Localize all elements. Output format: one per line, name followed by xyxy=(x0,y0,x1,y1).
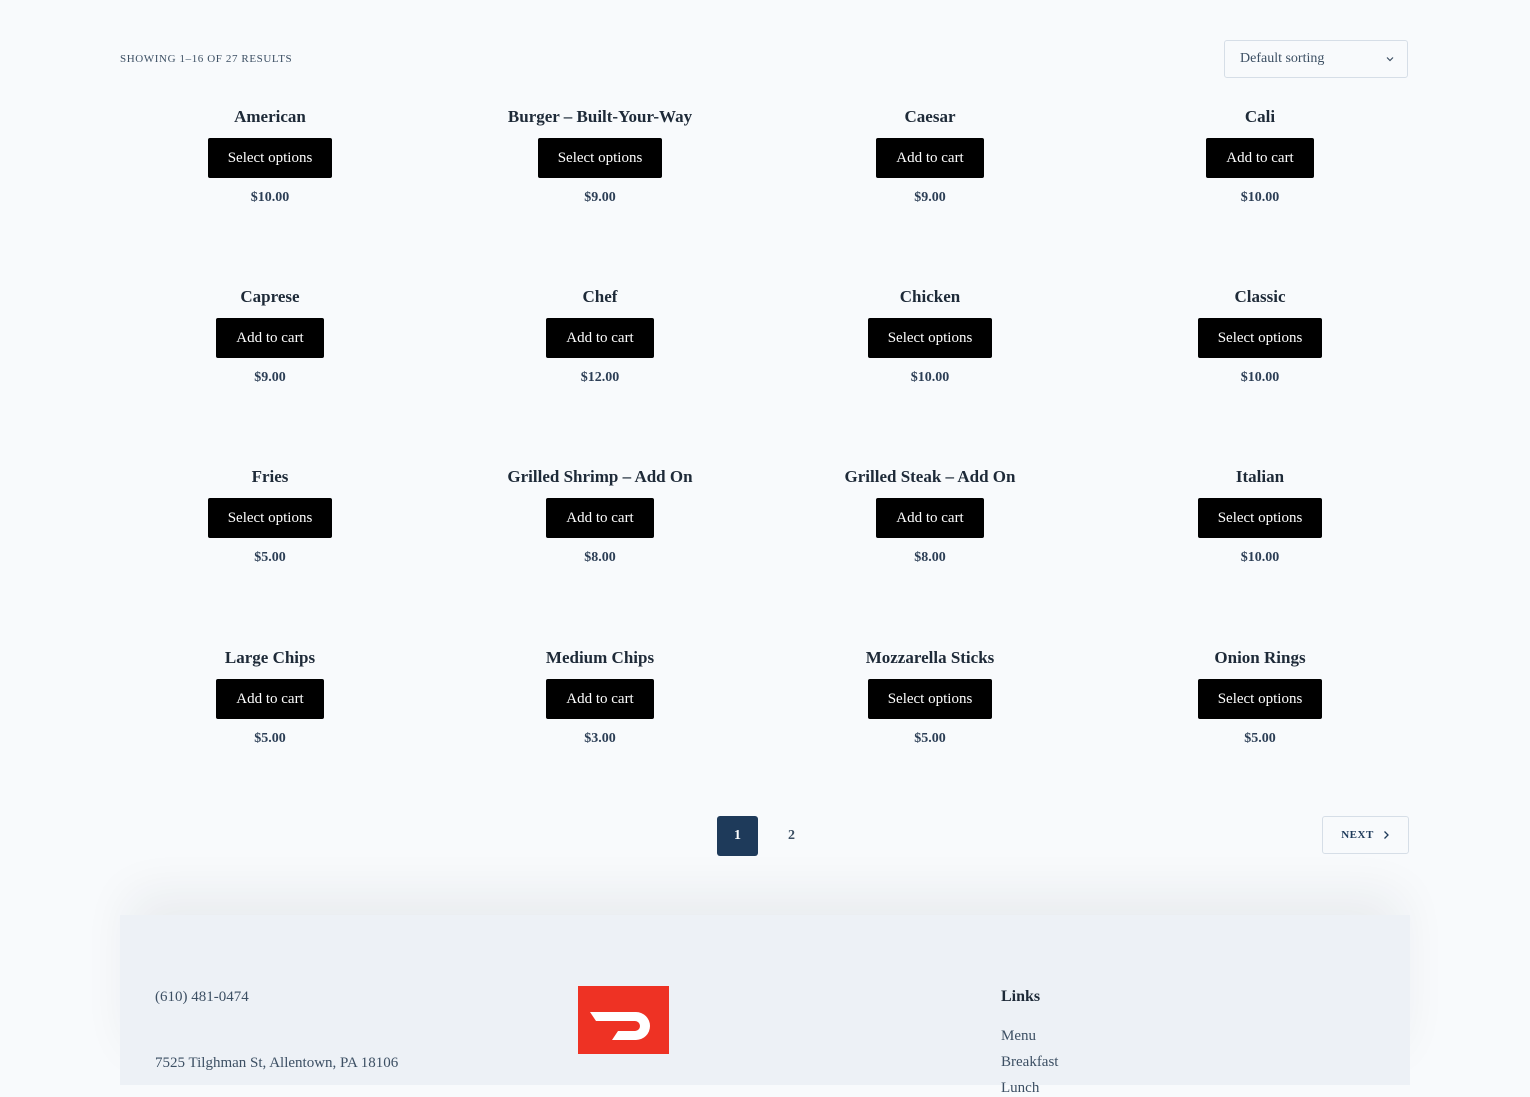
site-footer: (610) 481-0474 7525 Tilghman St, Allento… xyxy=(120,915,1410,1096)
product-name[interactable]: Large Chips xyxy=(105,647,435,669)
add-to-cart-button[interactable]: Add to cart xyxy=(546,679,654,719)
product-name[interactable]: Grilled Steak – Add On xyxy=(765,466,1095,488)
product-price: $10.00 xyxy=(1240,370,1280,385)
product-card: Caesar Add to cart $9.00 xyxy=(765,106,1095,206)
product-price: $9.00 xyxy=(914,190,946,205)
add-to-cart-button[interactable]: Add to cart xyxy=(876,498,984,538)
footer-link-lunch[interactable]: Lunch xyxy=(1001,1080,1039,1097)
product-price: $10.00 xyxy=(250,190,290,205)
product-card: Fries Select options $5.00 xyxy=(105,466,435,566)
product-name[interactable]: Grilled Shrimp – Add On xyxy=(435,466,765,488)
product-name[interactable]: Mozzarella Sticks xyxy=(765,647,1095,669)
add-to-cart-button[interactable]: Add to cart xyxy=(1206,138,1314,178)
doordash-icon xyxy=(590,1012,650,1040)
page-link-1[interactable]: 1 xyxy=(717,816,758,856)
add-to-cart-button[interactable]: Add to cart xyxy=(876,138,984,178)
product-card: Caprese Add to cart $9.00 xyxy=(105,286,435,386)
product-card: American Select options $10.00 xyxy=(105,106,435,206)
select-options-button[interactable]: Select options xyxy=(867,318,993,358)
add-to-cart-button[interactable]: Add to cart xyxy=(216,679,324,719)
product-name[interactable]: Burger – Built-Your-Way xyxy=(435,106,765,128)
product-price: $5.00 xyxy=(254,550,286,565)
product-price: $5.00 xyxy=(1244,731,1276,746)
product-card: Cali Add to cart $10.00 xyxy=(1095,106,1425,206)
product-name[interactable]: Medium Chips xyxy=(435,647,765,669)
product-card: Mozzarella Sticks Select options $5.00 xyxy=(765,647,1095,747)
select-options-button[interactable]: Select options xyxy=(1197,679,1323,719)
footer-phone[interactable]: (610) 481-0474 xyxy=(155,989,249,1006)
product-price: $5.00 xyxy=(914,731,946,746)
product-card: Burger – Built-Your-Way Select options $… xyxy=(435,106,765,206)
product-card: Grilled Shrimp – Add On Add to cart $8.0… xyxy=(435,466,765,566)
add-to-cart-button[interactable]: Add to cart xyxy=(546,498,654,538)
select-options-button[interactable]: Select options xyxy=(867,679,993,719)
product-price: $8.00 xyxy=(914,550,946,565)
select-options-button[interactable]: Select options xyxy=(207,138,333,178)
product-price: $3.00 xyxy=(584,731,616,746)
chevron-right-icon xyxy=(1383,831,1389,839)
product-card: Chef Add to cart $12.00 xyxy=(435,286,765,386)
product-card: Chicken Select options $10.00 xyxy=(765,286,1095,386)
footer-link-breakfast[interactable]: Breakfast xyxy=(1001,1054,1058,1071)
sort-select[interactable]: Default sorting xyxy=(1224,40,1408,78)
product-price: $5.00 xyxy=(254,731,286,746)
product-price: $12.00 xyxy=(580,370,620,385)
product-name[interactable]: Chicken xyxy=(765,286,1095,308)
product-card: Medium Chips Add to cart $3.00 xyxy=(435,647,765,747)
add-to-cart-button[interactable]: Add to cart xyxy=(546,318,654,358)
product-name[interactable]: Classic xyxy=(1095,286,1425,308)
product-name[interactable]: Onion Rings xyxy=(1095,647,1425,669)
product-price: $8.00 xyxy=(584,550,616,565)
select-options-button[interactable]: Select options xyxy=(1197,498,1323,538)
product-price: $9.00 xyxy=(584,190,616,205)
product-price: $10.00 xyxy=(1240,550,1280,565)
links-heading: Links xyxy=(1001,988,1041,1005)
doordash-logo[interactable] xyxy=(578,986,669,1054)
product-name[interactable]: Chef xyxy=(435,286,765,308)
product-name[interactable]: American xyxy=(105,106,435,128)
sort-selected-label: Default sorting xyxy=(1240,51,1325,66)
select-options-button[interactable]: Select options xyxy=(537,138,663,178)
product-price: $9.00 xyxy=(254,370,286,385)
add-to-cart-button[interactable]: Add to cart xyxy=(216,318,324,358)
next-label: Next xyxy=(1341,829,1374,841)
product-card: Grilled Steak – Add On Add to cart $8.00 xyxy=(765,466,1095,566)
product-card: Onion Rings Select options $5.00 xyxy=(1095,647,1425,747)
results-count: Showing 1–16 of 27 results xyxy=(120,53,293,65)
product-name[interactable]: Caprese xyxy=(105,286,435,308)
product-card: Italian Select options $10.00 xyxy=(1095,466,1425,566)
chevron-down-icon xyxy=(1386,57,1394,62)
next-page-button[interactable]: Next xyxy=(1322,816,1409,854)
product-name[interactable]: Cali xyxy=(1095,106,1425,128)
select-options-button[interactable]: Select options xyxy=(1197,318,1323,358)
product-card: Classic Select options $10.00 xyxy=(1095,286,1425,386)
footer-address: 7525 Tilghman St, Allentown, PA 18106 xyxy=(155,1055,399,1071)
product-name[interactable]: Italian xyxy=(1095,466,1425,488)
product-card: Large Chips Add to cart $5.00 xyxy=(105,647,435,747)
product-name[interactable]: Caesar xyxy=(765,106,1095,128)
footer-link-menu[interactable]: Menu xyxy=(1001,1028,1036,1045)
product-price: $10.00 xyxy=(910,370,950,385)
page-link-2[interactable]: 2 xyxy=(771,816,812,856)
product-price: $10.00 xyxy=(1240,190,1280,205)
select-options-button[interactable]: Select options xyxy=(207,498,333,538)
product-name[interactable]: Fries xyxy=(105,466,435,488)
